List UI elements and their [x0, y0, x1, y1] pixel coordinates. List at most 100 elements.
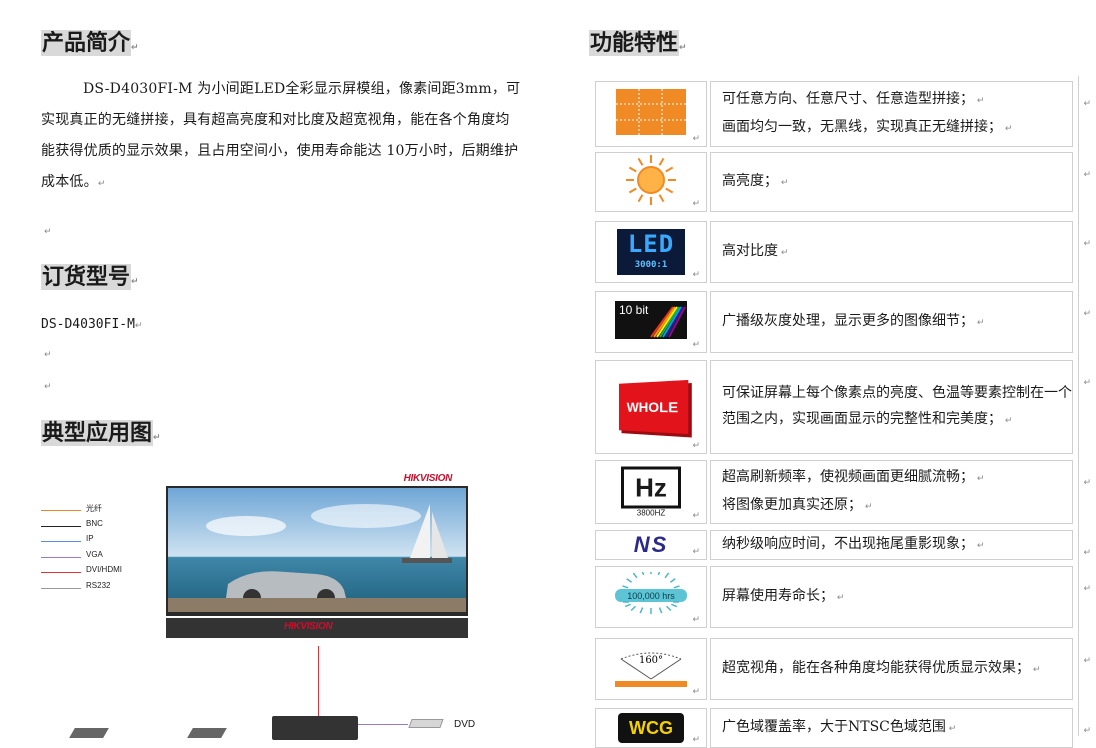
feature-icon-cell: ↵: [595, 81, 707, 147]
vga-connection-line: [358, 724, 408, 725]
feature-row: 10 bit ↵ 广播级灰度处理，显示更多的图像细节； ↵ ↵: [589, 291, 1091, 353]
controller-device: [272, 716, 358, 740]
feature-description: 可任意方向、任意尺寸、任意造型拼接； ↵ 画面均匀一致，无黑线，实现真正无缝拼接；…: [710, 81, 1073, 147]
feature-text: 超宽视角，能在各种角度均能获得优质显示效果；: [722, 660, 1030, 676]
legend-line: [41, 572, 81, 573]
feature-description: 纳秒级响应时间，不出现拖尾重影现象； ↵: [710, 530, 1073, 560]
feature-text: 广色域覆盖率，大于NTSC色域范围: [722, 719, 946, 735]
paragraph-mark: ↵: [692, 199, 700, 209]
feature-icon-cell: NS ↵: [595, 530, 707, 560]
feature-text-line: 高亮度； ↵: [722, 173, 789, 189]
paragraph-mark: ↵: [44, 0, 52, 4]
dvd-player-device: [408, 719, 444, 728]
feature-text: 将图像更加真实还原；: [722, 497, 862, 513]
wcg-icon: WCG: [618, 713, 684, 743]
legend-line: [41, 510, 81, 511]
camera-device: [187, 728, 227, 738]
row-end-mark: ↵: [1083, 548, 1091, 558]
row-end-mark: ↵: [1083, 478, 1091, 488]
seamless-grid-icon: [616, 89, 686, 139]
legend-label: RS232: [86, 580, 111, 590]
legend-item: DVI/HDMI: [41, 565, 151, 581]
legend-item: VGA: [41, 550, 151, 566]
legend-line: [41, 556, 81, 558]
feature-icon-cell: LED 3000:1 ↵: [595, 221, 707, 283]
feature-description: 可保证屏幕上每个像素点的亮度、色温等要素控制在一个范围之内，实现画面显示的完整性…: [710, 360, 1073, 454]
row-end-mark: ↵: [1083, 584, 1091, 594]
paragraph-mark: ↵: [692, 441, 700, 451]
row-end-mark: ↵: [1083, 170, 1091, 180]
camera-device: [69, 728, 109, 738]
paragraph-mark: ↵: [44, 227, 52, 237]
ns-response-icon: NS: [633, 532, 669, 557]
feature-text: 画面均匀一致，无黑线，实现真正无缝拼接；: [722, 119, 1002, 135]
feature-text-line: 纳秒级响应时间，不出现拖尾重影现象； ↵: [722, 536, 985, 552]
paragraph-mark: ↵: [692, 547, 700, 557]
heading-product-intro: 产品简介↵: [41, 30, 139, 56]
feature-text-line: 超宽视角，能在各种角度均能获得优质显示效果； ↵: [722, 660, 1041, 676]
legend-label: VGA: [86, 549, 103, 559]
paragraph-mark: ↵: [692, 270, 700, 280]
feature-icon-cell: 100,000 hrs ↵: [595, 566, 707, 628]
feature-text-line: 高对比度 ↵: [722, 243, 789, 259]
feature-icon-cell: WHOLE ↵: [595, 360, 707, 454]
feature-icon-cell: 160° ↵: [595, 638, 707, 700]
feature-icon-cell: WCG ↵: [595, 708, 707, 748]
feature-row: WHOLE ↵ 可保证屏幕上每个像素点的亮度、色温等要素控制在一个范围之内，实现画面…: [589, 360, 1091, 454]
row-end-mark: ↵: [1083, 309, 1091, 319]
feature-description: 超高刷新频率，使视频画面更细腻流畅； ↵ 将图像更加真实还原； ↵: [710, 460, 1073, 524]
legend-label: IP: [86, 534, 94, 543]
feature-text-line: 广色域覆盖率，大于NTSC色域范围 ↵: [722, 719, 957, 735]
hikvision-logo-top: HIKVISION: [403, 473, 453, 484]
feature-description: 高亮度； ↵: [710, 152, 1073, 212]
heading-order-model: 订货型号↵: [41, 264, 139, 290]
screen-base: HIKVISION: [166, 618, 468, 638]
dvd-label: DVD: [454, 719, 476, 730]
legend-line: [41, 541, 81, 542]
row-end-mark: ↵: [1083, 239, 1091, 249]
order-model-number: DS-D4030FI-M↵: [41, 317, 143, 332]
whole-icon: WHOLE: [616, 379, 689, 435]
paragraph-mark: ↵: [692, 735, 700, 745]
feature-row: NS ↵ 纳秒级响应时间，不出现拖尾重影现象； ↵ ↵: [589, 530, 1091, 560]
feature-row: 100,000 hrs ↵ 屏幕使用寿命长； ↵ ↵: [589, 566, 1091, 628]
lifespan-icon: 100,000 hrs: [613, 568, 689, 622]
feature-description: 屏幕使用寿命长； ↵: [710, 566, 1073, 628]
intro-paragraph: DS-D4030FI-M 为小间距LED全彩显示屏模组，像素间距3mm，可实现真…: [41, 81, 521, 190]
feature-row: LED 3000:1 ↵ 高对比度 ↵ ↵: [589, 221, 1091, 283]
legend-label: DVI/HDMI: [86, 565, 122, 574]
paragraph-mark: ↵: [44, 350, 52, 360]
row-end-mark: ↵: [1083, 378, 1091, 388]
feature-row: WCG ↵ 广色域覆盖率，大于NTSC色域范围 ↵ ↵: [589, 708, 1091, 748]
feature-text-line: 超高刷新频率，使视频画面更细腻流畅； ↵: [722, 469, 985, 485]
fiber-connection-line: [318, 646, 319, 718]
feature-row: Hz 3800HZ ↵ 超高刷新频率，使视频画面更细腻流畅； ↵ 将图像更加真实还原；…: [589, 460, 1091, 524]
screen-frame: [166, 486, 468, 616]
feature-description: 广播级灰度处理，显示更多的图像细节； ↵: [710, 291, 1073, 353]
sun-brightness-icon: [621, 152, 681, 212]
row-end-mark: ↵: [1083, 99, 1091, 109]
svg-text:160°: 160°: [639, 655, 663, 666]
viewing-angle-icon: 160°: [613, 645, 689, 693]
feature-text: 超高刷新频率，使视频画面更细腻流畅；: [722, 469, 974, 485]
feature-row: ↵ 高亮度； ↵ ↵: [589, 152, 1091, 212]
feature-description: 广色域覆盖率，大于NTSC色域范围 ↵: [710, 708, 1073, 748]
legend-item: BNC: [41, 519, 151, 535]
legend-item: 光纤: [41, 503, 151, 519]
legend-label: BNC: [86, 518, 103, 528]
display-wall-diagram: HIKVISION HIKVISION: [160, 468, 476, 644]
hikvision-logo-bottom: HIKVISION: [284, 621, 333, 632]
feature-icon-cell: 10 bit ↵: [595, 291, 707, 353]
paragraph-mark: ↵: [692, 687, 700, 697]
feature-icon-cell: Hz 3800HZ ↵: [595, 460, 707, 524]
paragraph-mark: ↵: [692, 340, 700, 350]
feature-description: 超宽视角，能在各种角度均能获得优质显示效果； ↵: [710, 638, 1073, 700]
paragraph-mark: ↵: [692, 511, 700, 521]
feature-text: 可保证屏幕上每个像素点的亮度、色温等要素控制在一个范围之内，实现画面显示的完整性…: [722, 385, 1072, 427]
led-contrast-icon: LED 3000:1: [617, 229, 685, 275]
10bit-gray-icon: 10 bit: [615, 301, 687, 343]
feature-text-line: 广播级灰度处理，显示更多的图像细节； ↵: [722, 313, 985, 329]
row-end-mark: ↵: [1083, 726, 1091, 736]
feature-text-line: 可任意方向、任意尺寸、任意造型拼接； ↵: [722, 91, 985, 107]
svg-text:10 bit: 10 bit: [619, 303, 649, 317]
